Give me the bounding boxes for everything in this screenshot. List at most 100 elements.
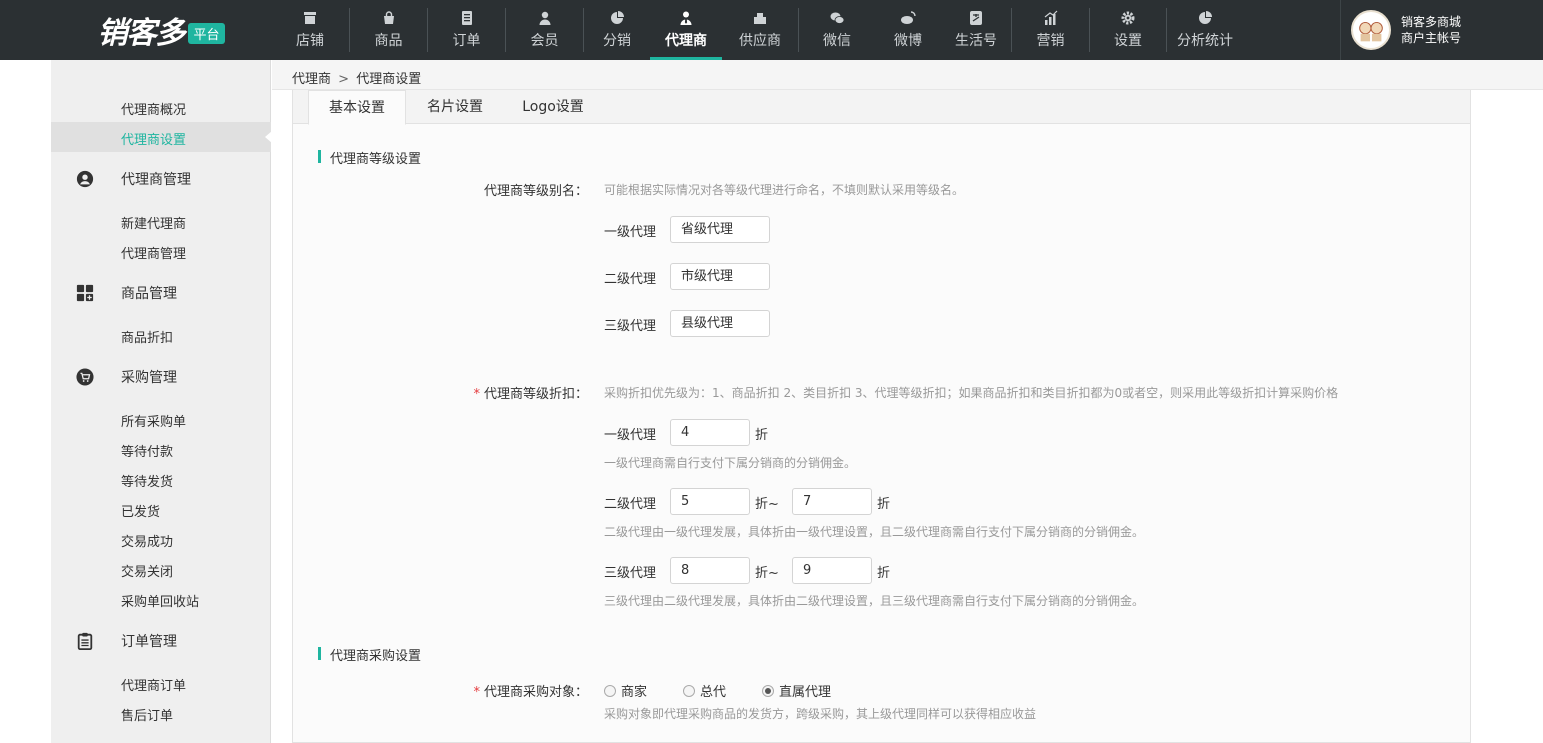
logo[interactable]: 销客多 平台	[51, 0, 271, 60]
alias-level2-input[interactable]: 市级代理	[670, 263, 770, 290]
supplier-icon	[752, 11, 768, 25]
nav-label: 代理商	[665, 32, 707, 49]
breadcrumb: 代理商 > 代理商设置	[292, 68, 421, 87]
discount-level2-unit: 折	[877, 497, 891, 512]
sidebar-item-agent-overview[interactable]: 代理商概况	[121, 99, 186, 118]
top-navbar: 销客多 平台 店铺 商品 订单 会员 分销 代理商 供应商 微信 微博 生活号 …	[0, 0, 1543, 60]
sidebar-item-awaiting-payment[interactable]: 等待付款	[121, 441, 173, 460]
cart-icon	[75, 367, 95, 387]
sidebar: 代理商概况 代理商设置 代理商管理 新建代理商 代理商管理 商品管理 商品折扣 …	[51, 60, 272, 743]
main-nav: 店铺 商品 订单 会员 分销 代理商 供应商 微信 微博 生活号 营销 设置 分…	[271, 0, 1243, 60]
nav-label: 微信	[823, 32, 851, 49]
sidebar-item-goods-discount[interactable]: 商品折扣	[121, 327, 173, 346]
sidebar-item-agent-management[interactable]: 代理商管理	[121, 243, 186, 262]
nav-goods[interactable]: 商品	[350, 0, 427, 60]
nav-label: 设置	[1114, 32, 1142, 49]
sidebar-item-all-purchases[interactable]: 所有采购单	[121, 411, 186, 430]
sidebar-item-closed[interactable]: 交易关闭	[121, 561, 173, 580]
radio-icon	[604, 684, 616, 697]
discount-level3-max-input[interactable]: 9	[792, 557, 872, 584]
avatar	[1351, 10, 1391, 50]
discount-level1-input[interactable]: 4	[670, 419, 750, 446]
sidebar-group-purchase-management[interactable]: 采购管理	[75, 367, 177, 387]
alias-level1-label: 一级代理	[604, 225, 657, 240]
sidebar-item-awaiting-shipment[interactable]: 等待发货	[121, 471, 173, 490]
logo-badge: 平台	[188, 22, 225, 44]
purchase-label-wrap: * 代理商采购对象：	[443, 681, 588, 700]
tab-logo-settings[interactable]: Logo设置	[509, 90, 597, 124]
nav-wechat[interactable]: 微信	[799, 0, 875, 60]
nav-label: 营销	[1036, 32, 1065, 49]
nav-label: 微博	[894, 32, 922, 49]
radio-label: 商家	[621, 685, 648, 700]
chart-icon	[1043, 10, 1059, 25]
discount-level3-unit: 折	[877, 566, 891, 581]
tab-bar: 基本设置 名片设置 Logo设置	[293, 90, 1470, 125]
tab-card-settings[interactable]: 名片设置	[411, 90, 499, 124]
required-mark: *	[473, 387, 480, 402]
breadcrumb-root[interactable]: 代理商	[292, 72, 331, 87]
user-info: 销客多商城 商户主帐号	[1401, 14, 1461, 46]
gear-icon	[1120, 11, 1136, 25]
sidebar-item-agent-orders[interactable]: 代理商订单	[121, 675, 186, 694]
settings-panel: 基本设置 名片设置 Logo设置 代理商等级设置 代理商等级别名： 可能根据实际…	[292, 90, 1471, 743]
sidebar-item-after-sales-orders[interactable]: 售后订单	[121, 705, 173, 724]
alias-level1-input[interactable]: 省级代理	[670, 216, 770, 243]
discount-level3-range-unit: 折~	[755, 566, 779, 581]
alias-level3-label: 三级代理	[604, 319, 657, 334]
radio-option-general-agent[interactable]: 总代	[683, 681, 726, 700]
sidebar-group-title: 采购管理	[121, 370, 177, 386]
sidebar-item-shipped[interactable]: 已发货	[121, 501, 160, 520]
discount-level1-label: 一级代理	[604, 428, 657, 443]
nav-distribution[interactable]: 分销	[584, 0, 650, 60]
radio-option-merchant[interactable]: 商家	[604, 681, 647, 700]
nav-marketing[interactable]: 营销	[1012, 0, 1089, 60]
radio-selected-icon	[762, 684, 774, 697]
user-menu[interactable]: 销客多商城 商户主帐号	[1340, 0, 1543, 60]
section-title-purchase: 代理商采购设置	[318, 645, 421, 664]
nav-weibo[interactable]: 微博	[875, 0, 941, 60]
radio-label: 直属代理	[779, 685, 832, 700]
purchase-label: 代理商采购对象：	[483, 685, 588, 700]
alias-level3-input[interactable]: 县级代理	[670, 310, 770, 337]
sidebar-group-goods-management[interactable]: 商品管理	[75, 283, 177, 303]
nav-settings[interactable]: 设置	[1090, 0, 1166, 60]
agent-icon	[678, 11, 694, 25]
person-icon	[537, 11, 553, 25]
radio-label: 总代	[700, 685, 727, 700]
store-icon	[302, 11, 318, 25]
discount-level2-min-input[interactable]: 5	[670, 488, 750, 515]
discount-level3-min-input[interactable]: 8	[670, 557, 750, 584]
grid-icon	[75, 283, 95, 303]
breadcrumb-bar: 代理商 > 代理商设置	[272, 60, 1543, 90]
discount-level2-max-input[interactable]: 7	[792, 488, 872, 515]
sidebar-item-new-agent[interactable]: 新建代理商	[121, 213, 186, 232]
bag-icon	[381, 10, 397, 25]
nav-store[interactable]: 店铺	[271, 0, 349, 60]
user-account-type: 商户主帐号	[1401, 31, 1462, 45]
discount-level2-range-unit: 折~	[755, 497, 779, 512]
discount-level1-unit: 折	[755, 428, 769, 443]
breadcrumb-current: 代理商设置	[356, 72, 422, 87]
sidebar-group-agent-management[interactable]: 代理商管理	[75, 169, 191, 189]
sidebar-group-title: 订单管理	[121, 634, 177, 650]
sidebar-item-recycle-bin[interactable]: 采购单回收站	[121, 591, 199, 610]
nav-supplier[interactable]: 供应商	[722, 0, 798, 60]
sidebar-item-agent-settings[interactable]: 代理商设置	[121, 129, 186, 148]
nav-label: 分析统计	[1177, 32, 1233, 49]
breadcrumb-separator: >	[338, 72, 350, 87]
alias-label: 代理商等级别名：	[483, 184, 588, 199]
nav-agent[interactable]: 代理商	[650, 0, 722, 60]
nav-analytics[interactable]: 分析统计	[1167, 0, 1243, 60]
tab-basic-settings[interactable]: 基本设置	[308, 90, 406, 125]
radio-option-direct-agent[interactable]: 直属代理	[762, 681, 831, 700]
nav-label: 供应商	[739, 32, 781, 49]
nav-members[interactable]: 会员	[506, 0, 583, 60]
nav-label: 分销	[603, 32, 631, 49]
nav-orders[interactable]: 订单	[428, 0, 505, 60]
sidebar-group-order-management[interactable]: 订单管理	[75, 631, 177, 651]
discount-label-wrap: * 代理商等级折扣：	[443, 383, 588, 402]
sidebar-item-completed[interactable]: 交易成功	[121, 531, 173, 550]
nav-alipay[interactable]: 生活号	[941, 0, 1011, 60]
discount-level3-hint: 三级代理由二级代理发展，具体折由二级代理设置，且三级代理商需自行支付下属分销商的…	[604, 594, 1145, 608]
